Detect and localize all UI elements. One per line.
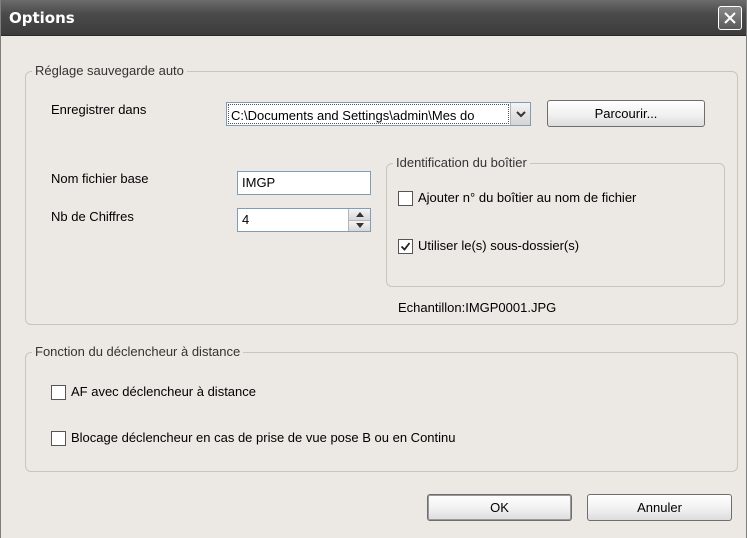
af-remote-label[interactable]: AF avec déclencheur à distance	[71, 384, 256, 400]
remote-release-legend: Fonction du déclencheur à distance	[32, 344, 244, 360]
cancel-button-label: Annuler	[637, 500, 682, 515]
ok-button-label: OK	[490, 500, 509, 515]
cancel-button[interactable]: Annuler	[587, 494, 732, 521]
sample-filename: Echantillon:IMGP0001.JPG	[398, 300, 557, 315]
digits-spin-buttons	[348, 209, 370, 231]
use-subfolders-label[interactable]: Utiliser le(s) sous-dossier(s)	[418, 238, 579, 254]
ok-button[interactable]: OK	[427, 494, 572, 521]
spin-up-button[interactable]	[349, 209, 370, 221]
use-subfolders-option[interactable]: Utiliser le(s) sous-dossier(s)	[398, 238, 579, 254]
digits-stepper[interactable]: 4	[237, 208, 371, 232]
checkmark-icon	[400, 241, 411, 251]
save-in-label: Enregistrer dans	[51, 102, 147, 117]
remote-release-group: Fonction du déclencheur à distance	[25, 344, 738, 472]
shutter-lock-checkbox[interactable]	[51, 430, 66, 446]
af-remote-option[interactable]: AF avec déclencheur à distance	[51, 384, 256, 400]
body-id-legend: Identification du boîtier	[393, 155, 530, 171]
close-icon	[724, 12, 736, 24]
digits-value[interactable]: 4	[238, 209, 348, 231]
title-bar[interactable]: Options	[1, 0, 746, 36]
save-in-value[interactable]: C:\Documents and Settings\admin\Mes do	[228, 104, 509, 124]
af-remote-checkbox[interactable]	[51, 384, 66, 400]
save-in-dropdown[interactable]: C:\Documents and Settings\admin\Mes do	[226, 102, 531, 126]
auto-save-legend: Réglage sauvegarde auto	[32, 63, 187, 79]
browse-button-label: Parcourir...	[594, 106, 658, 121]
body-id-group: Identification du boîtier	[386, 155, 725, 287]
options-dialog: Options Réglage sauvegarde auto Enregist…	[0, 0, 747, 538]
add-number-label[interactable]: Ajouter n° du boîtier au nom de fichier	[418, 190, 636, 206]
base-name-input[interactable]: IMGP	[237, 171, 371, 195]
triangle-down-icon	[355, 223, 364, 229]
use-subfolders-checkbox[interactable]	[398, 238, 413, 254]
spin-down-button[interactable]	[349, 220, 370, 231]
triangle-up-icon	[355, 211, 364, 217]
shutter-lock-option[interactable]: Blocage déclencheur en cas de prise de v…	[51, 430, 455, 446]
browse-button[interactable]: Parcourir...	[547, 100, 705, 127]
add-number-checkbox[interactable]	[398, 190, 413, 206]
chevron-down-icon	[515, 111, 526, 118]
digits-label: Nb de Chiffres	[51, 209, 134, 224]
shutter-lock-label[interactable]: Blocage déclencheur en cas de prise de v…	[71, 430, 455, 446]
dropdown-arrow-button[interactable]	[510, 103, 530, 125]
base-name-label: Nom fichier base	[51, 171, 149, 186]
add-number-option[interactable]: Ajouter n° du boîtier au nom de fichier	[398, 190, 636, 206]
window-title: Options	[9, 9, 75, 27]
close-button[interactable]	[718, 6, 742, 30]
